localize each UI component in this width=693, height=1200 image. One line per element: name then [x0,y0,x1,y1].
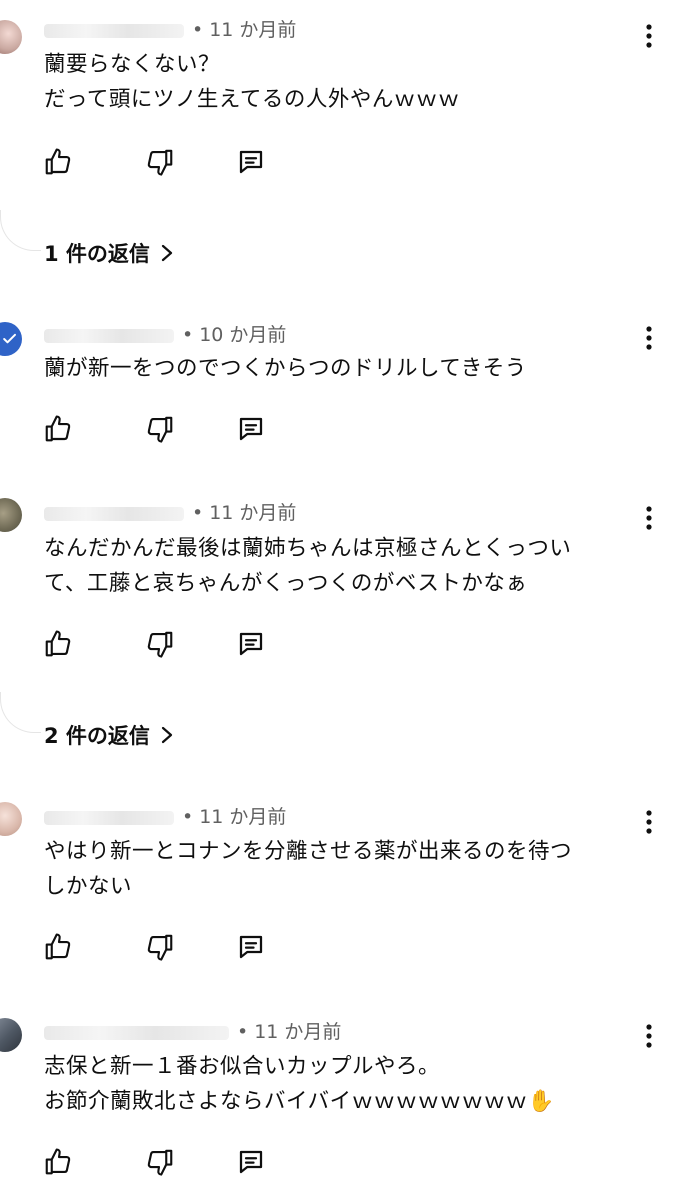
reply-button[interactable] [235,1146,267,1178]
comment-line: やはり新一とコナンを分離させる薬が出来るのを待つ [44,839,573,864]
thumbs-down-icon [147,934,173,961]
check-icon [3,333,16,344]
thumbs-down-icon [147,149,173,176]
dislike-button[interactable] [144,1146,176,1178]
chevron-right-icon [161,244,173,262]
comment-line: なんだかんだ最後は蘭姉ちゃんは京極さんとくっつい [44,536,572,561]
comment-meta: • 11 か月前 [44,15,296,42]
comment-text: 蘭要らなくない？ だって頭にツノ生えてるの人外やんｗｗｗ [44,47,644,117]
reply-button[interactable] [235,931,267,963]
more-vert-icon [646,506,652,530]
author-name-redacted[interactable] [44,328,174,343]
comment-line: しかない [44,874,133,899]
comment-text: やはり新一とコナンを分離させる薬が出来るのを待つ しかない [44,834,644,904]
comment-time: 10 か月前 [199,324,287,346]
avatar[interactable] [0,498,22,532]
dislike-button[interactable] [144,628,176,660]
like-button[interactable] [42,1146,74,1178]
comment-meta: • 11 か月前 [44,802,286,829]
comment-icon [239,150,263,174]
more-vert-icon [646,810,652,834]
avatar[interactable] [0,1018,22,1052]
dislike-button[interactable] [144,931,176,963]
comment-line: だって頭にツノ生えてるの人外やんｗｗｗ [44,87,460,112]
thumbs-up-icon [45,148,71,175]
replies-count: 2 件の返信 [44,724,150,748]
comment-text: 志保と新一１番お似合いカップルやろ。 お節介蘭敗北さよならバイバイｗｗｗｗｗｗｗ… [44,1049,644,1119]
comment-icon [239,1150,263,1174]
avatar[interactable] [0,802,22,836]
comment-meta: • 10 か月前 [44,320,286,347]
comment-time: 11 か月前 [209,502,297,524]
like-button[interactable] [42,413,74,445]
author-name-redacted[interactable] [44,810,174,825]
comment-meta: • 11 か月前 [44,1017,341,1044]
comment-time: 11 か月前 [209,19,297,41]
like-button[interactable] [42,628,74,660]
comment-line: て、工藤と哀ちゃんがくっつくのがベストかなぁ [44,571,528,596]
comment-icon [239,935,263,959]
thread-connector [0,210,41,251]
author-name-redacted[interactable] [44,1025,229,1040]
thumbs-up-icon [45,415,71,442]
avatar[interactable] [0,20,22,54]
dislike-button[interactable] [144,413,176,445]
author-name-redacted[interactable] [44,23,184,38]
comment-text: 蘭が新一をつのでつくからつのドリルしてきそう [44,351,644,386]
dislike-button[interactable] [144,146,176,178]
chevron-right-icon [161,726,173,744]
comment-icon [239,632,263,656]
comment-time: 11 か月前 [254,1021,342,1043]
thumbs-up-icon [45,1148,71,1175]
comment-icon [239,417,263,441]
thread-connector [0,692,41,733]
author-name-redacted[interactable] [44,506,184,521]
thumbs-up-icon [45,933,71,960]
comment-time: 11 か月前 [199,806,287,828]
reply-button[interactable] [235,413,267,445]
more-vert-icon [646,24,652,48]
thumbs-down-icon [147,416,173,443]
replies-count: 1 件の返信 [44,242,150,266]
comment-line: 蘭が新一をつのでつくからつのドリルしてきそう [44,356,527,381]
comment-line: お節介蘭敗北さよならバイバイｗｗｗｗｗｗｗｗ✋ [44,1089,555,1114]
reply-button[interactable] [235,146,267,178]
thumbs-down-icon [147,631,173,658]
comment-line: 蘭要らなくない？ [44,52,221,77]
reply-button[interactable] [235,628,267,660]
comment-meta: • 11 か月前 [44,498,296,525]
comment-text: なんだかんだ最後は蘭姉ちゃんは京極さんとくっつい て、工藤と哀ちゃんがくっつくの… [44,531,644,601]
view-replies-button[interactable]: 2 件の返信 [44,720,174,750]
like-button[interactable] [42,146,74,178]
thumbs-up-icon [45,630,71,657]
more-vert-icon [646,1024,652,1048]
more-vert-icon [646,326,652,350]
view-replies-button[interactable]: 1 件の返信 [44,238,174,268]
avatar[interactable] [0,322,22,356]
like-button[interactable] [42,931,74,963]
comment-line: 志保と新一１番お似合いカップルやろ。 [44,1054,441,1079]
thumbs-down-icon [147,1149,173,1176]
